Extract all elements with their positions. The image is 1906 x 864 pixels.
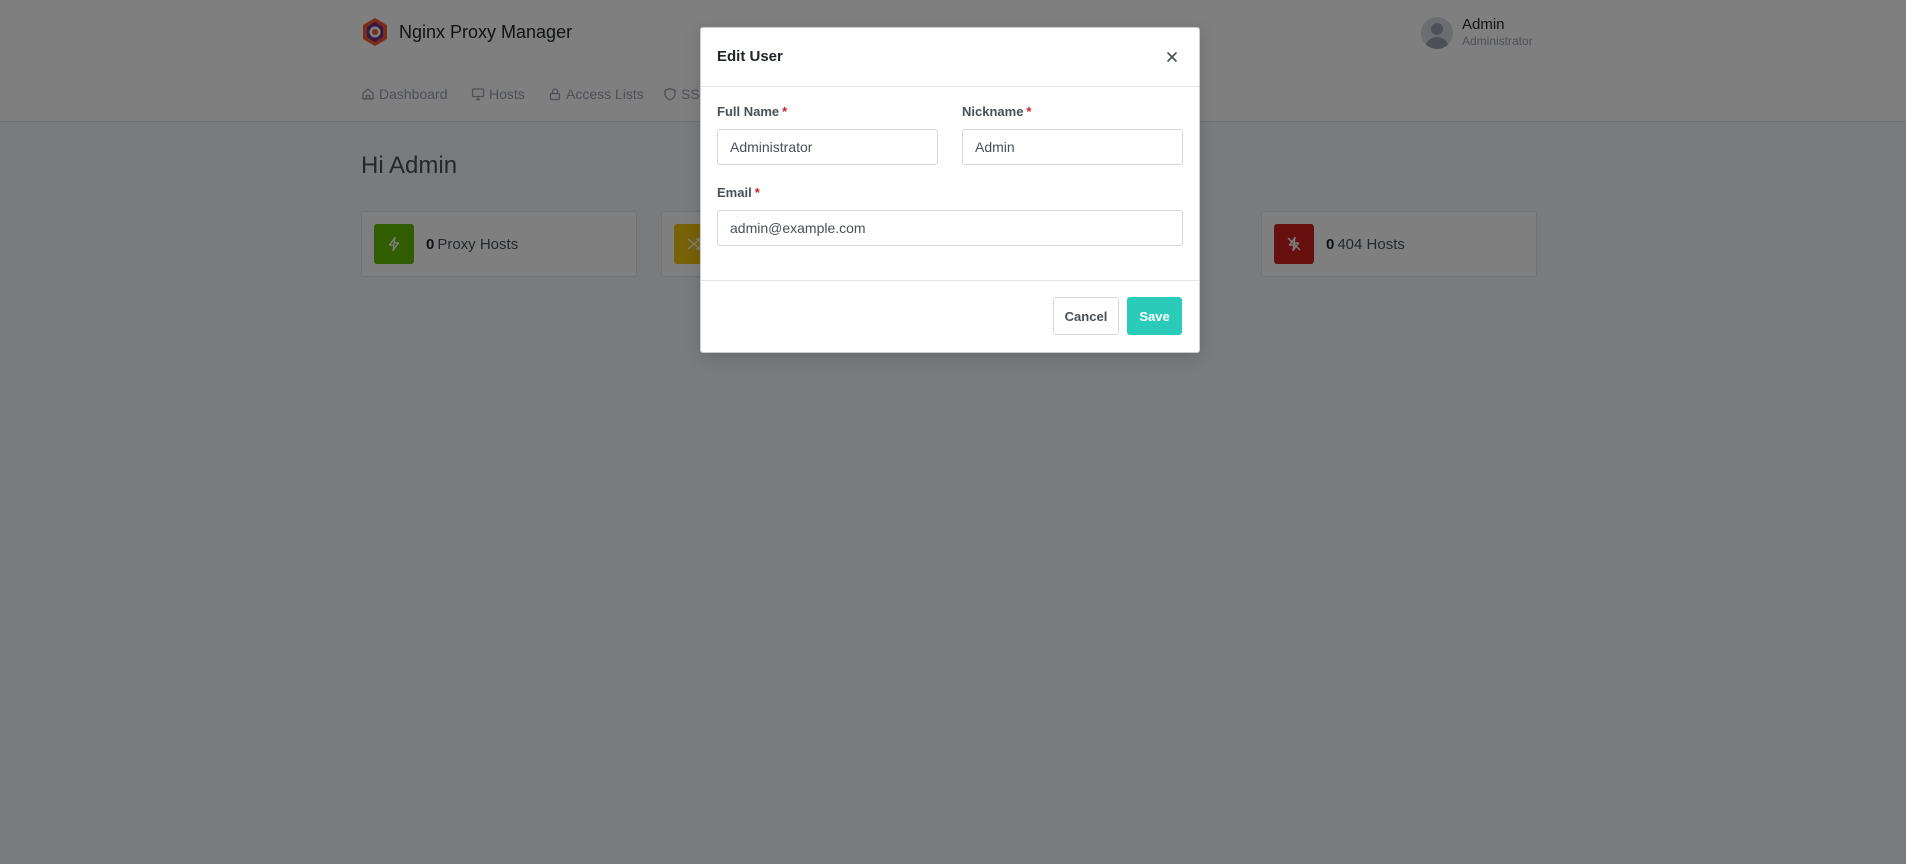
footer-divider [701, 280, 1199, 281]
email-label-text: Email [717, 185, 752, 200]
nickname-label: Nickname * [962, 104, 1031, 119]
modal-title: Edit User [717, 48, 783, 65]
edit-user-modal: Edit User Full Name* Nickname* Email* Ca… [700, 27, 1200, 353]
email-label: Email * [717, 185, 760, 200]
email-field[interactable] [717, 210, 1183, 246]
nickname-input[interactable] [962, 129, 1183, 165]
save-button[interactable]: Save [1127, 297, 1182, 335]
full-name-input[interactable] [717, 129, 938, 165]
full-name-label: Full Name * [717, 104, 787, 119]
full-name-label-text: Full Name [717, 104, 780, 119]
required-marker: * [782, 104, 788, 119]
close-button[interactable] [1161, 46, 1183, 68]
modal-header: Edit User [701, 28, 1199, 87]
required-marker: * [754, 185, 760, 200]
page: Nginx Proxy Manager Admin Administrator … [0, 0, 1906, 864]
cancel-button[interactable]: Cancel [1053, 297, 1119, 335]
nickname-label-text: Nickname [962, 104, 1024, 119]
close-icon [1166, 51, 1178, 63]
required-marker: * [1026, 104, 1032, 119]
